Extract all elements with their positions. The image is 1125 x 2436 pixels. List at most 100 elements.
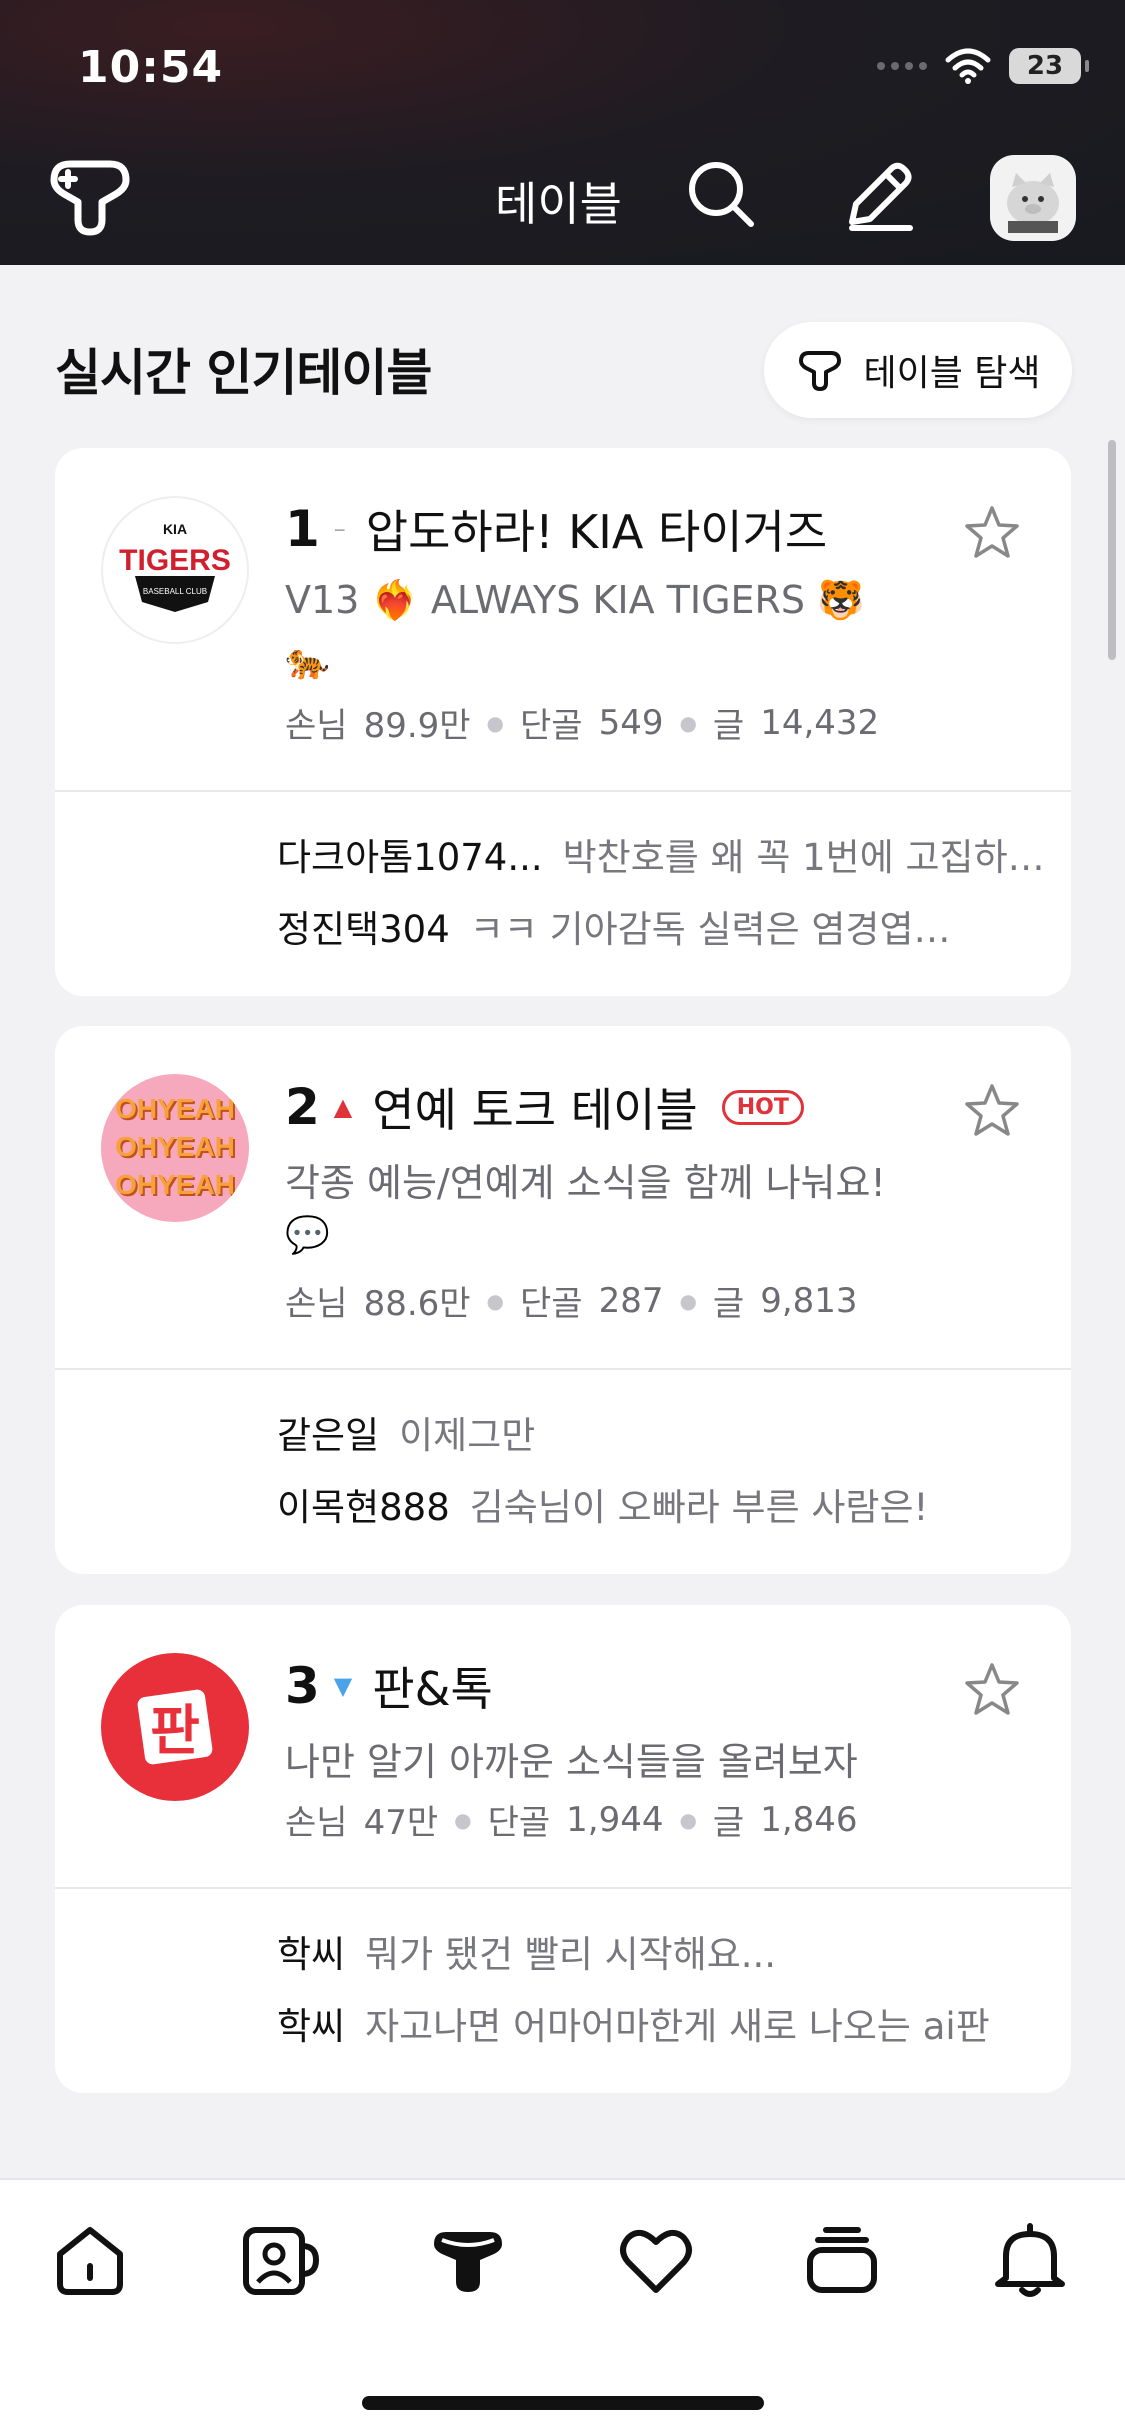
stack-icon[interactable]	[802, 2220, 882, 2300]
pan-logo-icon: 판	[137, 1689, 213, 1765]
rank-number: 3	[285, 1657, 320, 1715]
table-rank-line: 2 ▲ 연예 토크 테이블 HOT	[285, 1074, 804, 1140]
table-logo-pan: 판	[101, 1653, 249, 1801]
table-name[interactable]: 연예 토크 테이블	[372, 1074, 697, 1140]
tigers-logo-icon: KIA TIGERS BASEBALL CLUB	[119, 521, 231, 612]
table-icon	[799, 351, 842, 391]
rank-up-icon: ▲	[333, 1093, 353, 1121]
rank-same-icon: –	[333, 515, 346, 543]
posts-count: 9,813	[760, 1280, 858, 1321]
comment-author: 다크아톰1074...	[277, 836, 543, 879]
star-icon[interactable]	[963, 1661, 1021, 1719]
scrollbar[interactable]	[1108, 440, 1116, 660]
table-emoji: 🐅	[285, 641, 330, 682]
home-indicator[interactable]	[362, 2396, 764, 2410]
heart-icon[interactable]	[616, 2220, 696, 2300]
wifi-icon	[945, 48, 991, 84]
comment-item[interactable]: 학씨 뭐가 됐건 빨리 시작해요...	[277, 1915, 1071, 1987]
table-emoji: 💬	[285, 1215, 330, 1256]
ohyeah-logo-icon: OHYEAH OHYEAH OHYEAH OHYEAH OHYEAH OHYEA…	[115, 1093, 237, 1202]
comment-list[interactable]: 같은일 이제그만 이목현888 김숙님이 오빠라 부른 사람은!	[55, 1370, 1071, 1568]
hot-badge: HOT	[721, 1089, 804, 1125]
comment-text: 뭐가 됐건 빨리 시작해요...	[365, 1933, 777, 1976]
regulars-count: 287	[598, 1280, 664, 1321]
table-card[interactable]: KIA TIGERS BASEBALL CLUB 1 – 압도하라! KIA 타…	[55, 448, 1071, 996]
table-logo-ohyeah: OHYEAH OHYEAH OHYEAH OHYEAH OHYEAH OHYEA…	[101, 1074, 249, 1222]
svg-text:OHYEAH: OHYEAH	[115, 1169, 235, 1200]
guests-count: 47만	[363, 1803, 439, 1843]
posts-label: 글	[712, 1284, 745, 1324]
posts-label: 글	[712, 1803, 745, 1843]
svg-text:BASEBALL CLUB: BASEBALL CLUB	[143, 587, 207, 596]
avatar[interactable]	[990, 155, 1076, 241]
star-icon[interactable]	[963, 504, 1021, 562]
regulars-label: 단골	[520, 706, 583, 746]
app-logo-icon[interactable]	[44, 150, 136, 242]
status-icons: 23	[877, 48, 1089, 84]
guests-count: 89.9만	[363, 706, 471, 746]
rank-down-icon: ▼	[333, 1672, 353, 1700]
posts-label: 글	[712, 706, 745, 746]
comment-text: 박찬호를 왜 꼭 1번에 고집하…	[562, 836, 1045, 879]
comment-item[interactable]: 이목현888 김숙님이 오빠라 부른 사람은!	[277, 1468, 1071, 1540]
regulars-label: 단골	[487, 1803, 551, 1843]
guests-label: 손님	[285, 1284, 348, 1324]
search-icon[interactable]	[685, 158, 757, 230]
svg-text:KIA: KIA	[163, 521, 187, 537]
table-card[interactable]: OHYEAH OHYEAH OHYEAH OHYEAH OHYEAH OHYEA…	[55, 1026, 1071, 1574]
home-icon[interactable]	[50, 2220, 130, 2300]
table-description: 각종 예능/연예계 소식을 함께 나눠요!	[285, 1161, 886, 1205]
pig-avatar-icon	[1007, 173, 1059, 233]
guests-count: 88.6만	[363, 1284, 471, 1324]
signal-icon	[877, 62, 927, 70]
table-stats: 손님 89.9만 ● 단골 549 ● 글 14,432	[285, 698, 879, 747]
comment-list[interactable]: 학씨 뭐가 됐건 빨리 시작해요... 학씨 자고나면 어마어마한게 새로 나오…	[55, 1889, 1071, 2087]
bell-icon[interactable]	[990, 2220, 1070, 2300]
comment-text: 자고나면 어마어마한게 새로 나오는 ai판	[365, 2005, 990, 2048]
comment-author: 정진택304	[277, 908, 450, 951]
comment-item[interactable]: 정진택304 ㅋㅋ 기아감독 실력은 염경엽이 반…	[277, 890, 1071, 962]
table-description: V13 ❤️‍🔥 ALWAYS KIA TIGERS 🐯	[285, 578, 865, 622]
regulars-count: 549	[598, 702, 664, 743]
comment-author: 같은일	[277, 1414, 380, 1457]
table-rank-line: 1 – 압도하라! KIA 타이거즈	[285, 496, 827, 562]
comment-item[interactable]: 다크아톰1074... 박찬호를 왜 꼭 1번에 고집하…	[277, 818, 1071, 890]
comment-text: 이제그만	[399, 1414, 536, 1457]
rank-number: 1	[285, 500, 320, 558]
comment-text: ㅋㅋ 기아감독 실력은 염경엽이 반…	[469, 908, 970, 951]
guests-label: 손님	[285, 1803, 348, 1843]
svg-text:OHYEAH: OHYEAH	[115, 1131, 235, 1162]
top-bar: 10:54 23 테이블	[0, 0, 1125, 265]
comment-item[interactable]: 같은일 이제그만	[277, 1396, 1071, 1468]
rank-number: 2	[285, 1078, 320, 1136]
regulars-count: 1,944	[566, 1799, 664, 1840]
comment-author: 학씨	[277, 1933, 346, 1976]
comment-item[interactable]: 학씨 자고나면 어마어마한게 새로 나오는 ai판	[277, 1987, 1071, 2059]
table-stats: 손님 47만 ● 단골 1,944 ● 글 1,846	[285, 1795, 858, 1844]
profile-mug-icon[interactable]	[240, 2220, 320, 2300]
pencil-icon[interactable]	[840, 158, 916, 234]
comment-author: 학씨	[277, 2005, 346, 2048]
table-stats: 손님 88.6만 ● 단골 287 ● 글 9,813	[285, 1276, 858, 1325]
comment-text: 김숙님이 오빠라 부른 사람은!	[469, 1486, 929, 1529]
explore-tables-label: 테이블 탐색	[863, 353, 1041, 394]
table-card[interactable]: 판 3 ▼ 판&톡 나만 알기 아까운 소식들을 올려보자 손님 47만 ● 단…	[55, 1605, 1071, 2093]
svg-text:OHYEAH: OHYEAH	[115, 1093, 235, 1124]
table-icon[interactable]	[428, 2220, 508, 2300]
nav-title[interactable]: 테이블	[495, 168, 622, 234]
status-time: 10:54	[78, 42, 224, 93]
table-name[interactable]: 압도하라! KIA 타이거즈	[366, 496, 827, 562]
battery-indicator: 23	[1009, 48, 1089, 84]
posts-count: 1,846	[760, 1799, 858, 1840]
comment-list[interactable]: 다크아톰1074... 박찬호를 왜 꼭 1번에 고집하… 정진택304 ㅋㅋ …	[55, 792, 1071, 990]
regulars-label: 단골	[520, 1284, 583, 1324]
posts-count: 14,432	[760, 702, 880, 743]
table-name[interactable]: 판&톡	[372, 1653, 493, 1719]
svg-text:판: 판	[150, 1699, 200, 1762]
explore-tables-button[interactable]: 테이블 탐색	[764, 322, 1072, 418]
star-icon[interactable]	[963, 1082, 1021, 1140]
table-description: 나만 알기 아까운 소식들을 올려보자	[285, 1740, 858, 1784]
svg-text:TIGERS: TIGERS	[119, 544, 231, 577]
table-rank-line: 3 ▼ 판&톡	[285, 1653, 493, 1719]
section-title: 실시간 인기테이블	[55, 344, 432, 402]
